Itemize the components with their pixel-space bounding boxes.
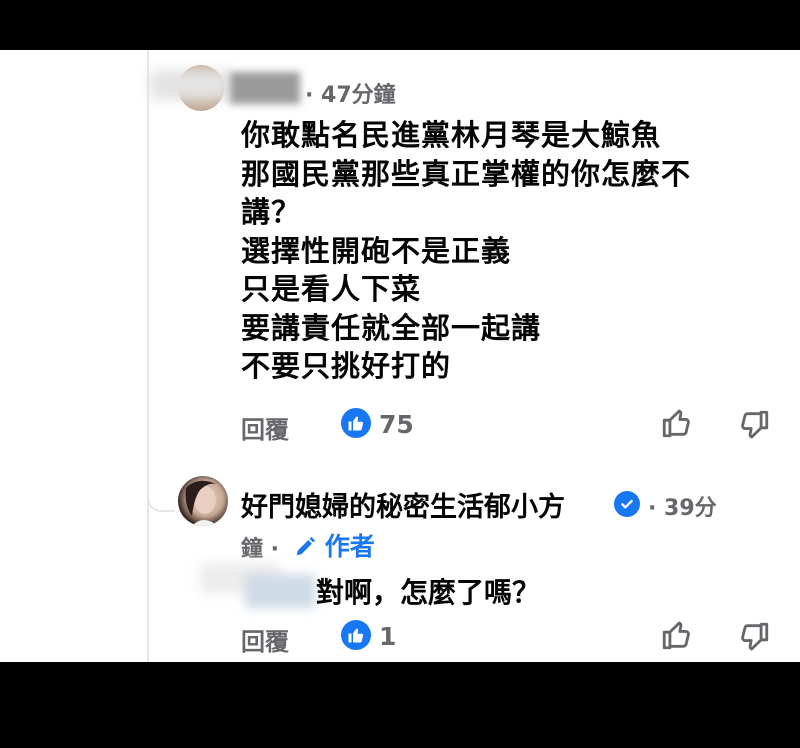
thumbs-up-icon [341, 620, 371, 650]
comment-line: 要講責任就全部一起講 [241, 310, 542, 345]
comment-line: 你敢點名民進黨林月琴是大鯨魚 [241, 118, 662, 152]
comment-text: 你敢點名民進黨林月琴是大鯨魚 那國民黨那些真正掌權的你怎麼不 講？ 選擇性開砲不… [241, 116, 691, 386]
reply-connector-curve [147, 470, 175, 512]
comment-line: 選擇性開砲不是正義 [241, 233, 512, 268]
pencil-icon [296, 536, 316, 556]
comment-thread: · 47分鐘 你敢點名民進黨林月琴是大鯨魚 那國民黨那些真正掌權的你怎麼不 講？… [0, 50, 800, 662]
thumbs-up-icon [341, 408, 371, 438]
author-badge: 作者 [294, 527, 375, 563]
comment-line: 講？ [241, 195, 302, 229]
comment-line: 只是看人下菜 [241, 272, 422, 306]
thumbs-up-outline-icon[interactable] [660, 406, 694, 440]
author-avatar[interactable] [178, 476, 228, 526]
comment-timestamp[interactable]: · 47分鐘 [305, 77, 396, 109]
reply-text: 對啊，怎麼了嗎？ [316, 576, 541, 609]
verified-check-icon [614, 491, 640, 517]
thumbs-down-outline-icon[interactable] [737, 408, 771, 442]
thread-connector-line [147, 50, 149, 662]
reply-timestamp[interactable]: · 39分 [648, 490, 717, 522]
reply-button[interactable]: 回覆 [241, 410, 289, 445]
reply-timestamp-continued[interactable]: 鐘 · [241, 531, 279, 563]
thumbs-down-outline-icon[interactable] [737, 620, 771, 654]
redacted-mention [245, 574, 315, 608]
author-badge-label: 作者 [324, 532, 375, 561]
thumbs-up-outline-icon[interactable] [660, 618, 694, 652]
like-count[interactable]: 75 [379, 410, 414, 439]
comment-line: 不要只挑好打的 [241, 349, 452, 383]
reply-button[interactable]: 回覆 [241, 622, 289, 657]
redacted-name [150, 70, 230, 100]
like-count[interactable]: 1 [379, 622, 396, 651]
redacted-name [230, 72, 300, 104]
author-name[interactable]: 好門媳婦的秘密生活郁小方 [241, 485, 565, 524]
comment-line: 那國民黨那些真正掌權的你怎麼不 [241, 156, 692, 191]
